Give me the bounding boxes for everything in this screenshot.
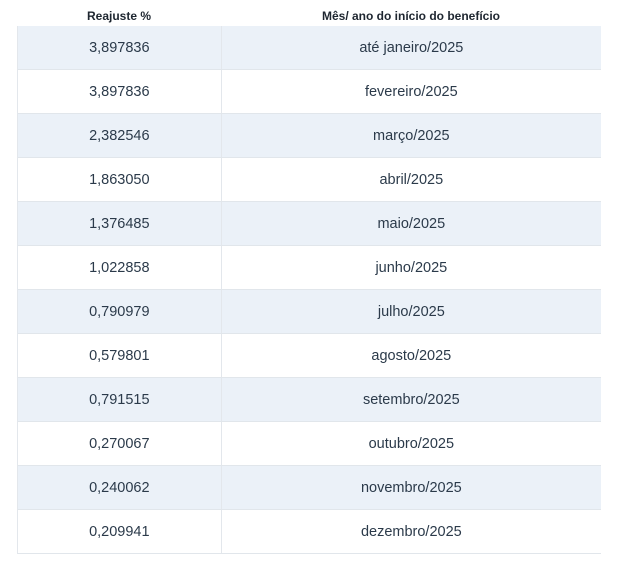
reajuste-cell: 0,240062 (18, 466, 222, 509)
table-row: 0,579801 agosto/2025 (18, 334, 601, 378)
reajuste-cell: 3,897836 (18, 70, 222, 113)
table-header: Reajuste % Mês/ ano do início do benefíc… (17, 6, 601, 26)
mes-ano-cell: até janeiro/2025 (359, 39, 464, 56)
reajuste-cell: 3,897836 (18, 26, 222, 69)
table-row: 2,382546 março/2025 (18, 114, 601, 158)
mes-ano-cell: abril/2025 (379, 171, 444, 188)
adjustment-table: Reajuste % Mês/ ano do início do benefíc… (17, 6, 601, 554)
table-row: 0,790979 julho/2025 (18, 290, 601, 334)
mes-ano-cell: outubro/2025 (368, 435, 455, 452)
mes-ano-cell: fevereiro/2025 (364, 83, 458, 100)
mes-ano-cell: agosto/2025 (371, 347, 452, 364)
table-row: 0,270067 outubro/2025 (18, 422, 601, 466)
reajuste-cell: 0,791515 (18, 378, 222, 421)
table-row: 0,791515 setembro/2025 (18, 378, 601, 422)
table-row: 0,240062 novembro/2025 (18, 466, 601, 510)
reajuste-cell: 1,022858 (18, 246, 222, 289)
reajuste-cell: 1,376485 (18, 202, 222, 245)
mes-ano-cell: março/2025 (373, 127, 450, 144)
table-row: 0,209941 dezembro/2025 (18, 510, 601, 554)
header-mes-ano: Mês/ ano do início do benefício (321, 9, 500, 23)
mes-ano-cell: julho/2025 (377, 303, 445, 320)
table-row: 3,897836 fevereiro/2025 (18, 70, 601, 114)
mes-ano-cell: maio/2025 (377, 215, 446, 232)
reajuste-cell: 0,209941 (18, 510, 222, 553)
table-row: 1,022858 junho/2025 (18, 246, 601, 290)
table-row: 1,376485 maio/2025 (18, 202, 601, 246)
mes-ano-cell: setembro/2025 (362, 391, 460, 408)
mes-ano-cell: junho/2025 (375, 259, 448, 276)
table-row: 1,863050 abril/2025 (18, 158, 601, 202)
table-body: 3,897836 até janeiro/2025 3,897836 fever… (17, 26, 601, 554)
header-reajuste: Reajuste % (86, 9, 152, 23)
reajuste-cell: 0,579801 (18, 334, 222, 377)
mes-ano-cell: novembro/2025 (360, 479, 462, 496)
reajuste-cell: 0,270067 (18, 422, 222, 465)
reajuste-cell: 0,790979 (18, 290, 222, 333)
reajuste-cell: 2,382546 (18, 114, 222, 157)
table-row: 3,897836 até janeiro/2025 (18, 26, 601, 70)
reajuste-cell: 1,863050 (18, 158, 222, 201)
mes-ano-cell: dezembro/2025 (360, 523, 462, 540)
